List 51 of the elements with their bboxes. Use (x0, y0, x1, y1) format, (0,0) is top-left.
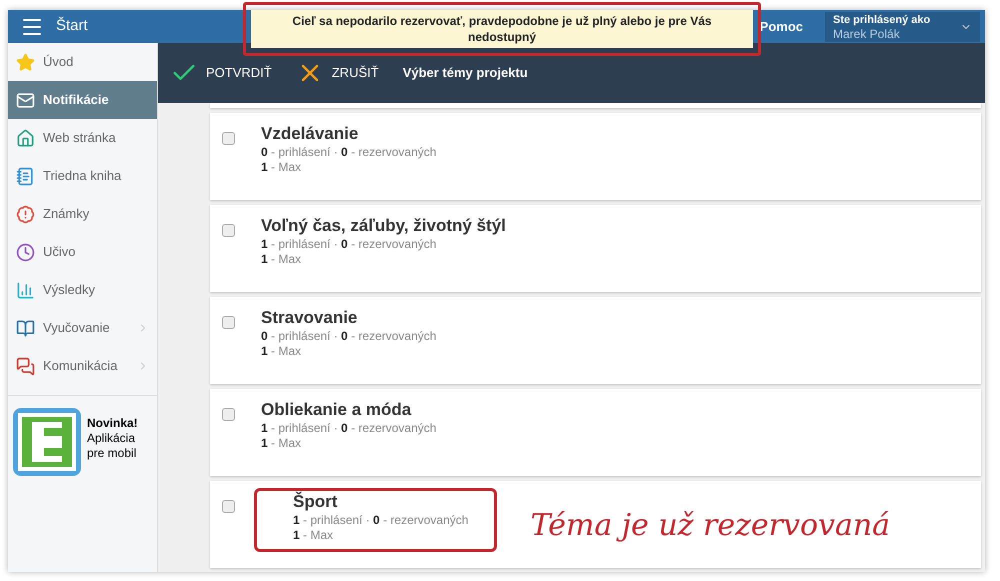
topic-checkbox[interactable] (222, 224, 235, 237)
promo-text: Aplikácia (87, 431, 136, 446)
topic-max: 1 - Max (261, 252, 302, 267)
topic-checkbox[interactable] (222, 316, 235, 329)
toast-message: Cieľ sa nepodarilo rezervovať, pravdepodobne je už plný alebo je pre Vás nedostupný (251, 10, 753, 48)
notebook-icon (16, 166, 35, 186)
sidebar-item[interactable]: Web stránka (8, 119, 157, 157)
sidebar-item[interactable]: Triedna kniha (8, 157, 157, 195)
topic-title: Voľný čas, záľuby, životný štýl (261, 215, 506, 237)
topic-checkbox[interactable] (222, 132, 235, 145)
sidebar-item[interactable]: Výsledky (8, 271, 157, 309)
topic-max: 1 - Max (261, 436, 302, 451)
chart-icon (16, 280, 35, 300)
topic-stats: 1 - prihlásení · 0 - rezervovaných (261, 421, 436, 436)
user-menu[interactable]: Ste prihlásený ako Marek Polák (825, 12, 980, 42)
topic-max: 1 - Max (261, 160, 302, 175)
promo-text: pre mobil (87, 446, 138, 461)
mail-icon (16, 90, 35, 110)
topic-max: 1 - Max (261, 344, 302, 359)
book-icon (16, 318, 35, 338)
help-link[interactable]: Pomoc (760, 16, 803, 36)
confirm-button[interactable]: POTVRDIŤ (170, 59, 272, 87)
app-logo-icon (13, 408, 81, 476)
topic-title: Šport (293, 491, 338, 513)
toolbar-title: Výber témy projektu (402, 64, 528, 82)
annotation-text: Téma je už rezervovaná (530, 507, 890, 545)
topic-title: Stravovanie (261, 307, 358, 329)
topic-title: Obliekanie a móda (261, 399, 412, 421)
topic-title: Vzdelávanie (261, 123, 360, 145)
user-label: Ste prihlásený ako (833, 12, 932, 26)
chat-icon (16, 356, 35, 376)
topic-checkbox[interactable] (222, 500, 235, 513)
app-title[interactable]: Štart (56, 15, 88, 38)
topic-stats: 1 - prihlásení · 0 - rezervovaných (261, 237, 438, 252)
sidebar-item[interactable]: Známky (8, 195, 157, 233)
sidebar-item[interactable]: Učivo (8, 233, 157, 271)
sidebar-item[interactable]: Notifikácie (8, 81, 157, 119)
topic-stats: 0 - prihlásení · 0 - rezervovaných (261, 145, 436, 160)
cancel-button[interactable]: ZRUŠIŤ (296, 59, 379, 87)
topic-checkbox[interactable] (222, 408, 235, 421)
clock-icon (16, 242, 35, 262)
sidebar-item[interactable]: Komunikácia (8, 347, 157, 385)
home-icon (16, 128, 35, 148)
sidebar-item[interactable]: Vyučovanie (8, 309, 157, 347)
user-name: Marek Polák (833, 26, 901, 40)
topic-stats: 1 - prihlásení · 0 - rezervovaných (293, 513, 468, 528)
promo-title: Novinka! (87, 416, 138, 431)
topic-max: 1 - Max (293, 528, 334, 543)
topic-stats: 0 - prihlásení · 0 - rezervovaných (261, 329, 436, 344)
star-icon (16, 52, 35, 72)
sidebar-item[interactable]: Úvod (8, 43, 157, 81)
